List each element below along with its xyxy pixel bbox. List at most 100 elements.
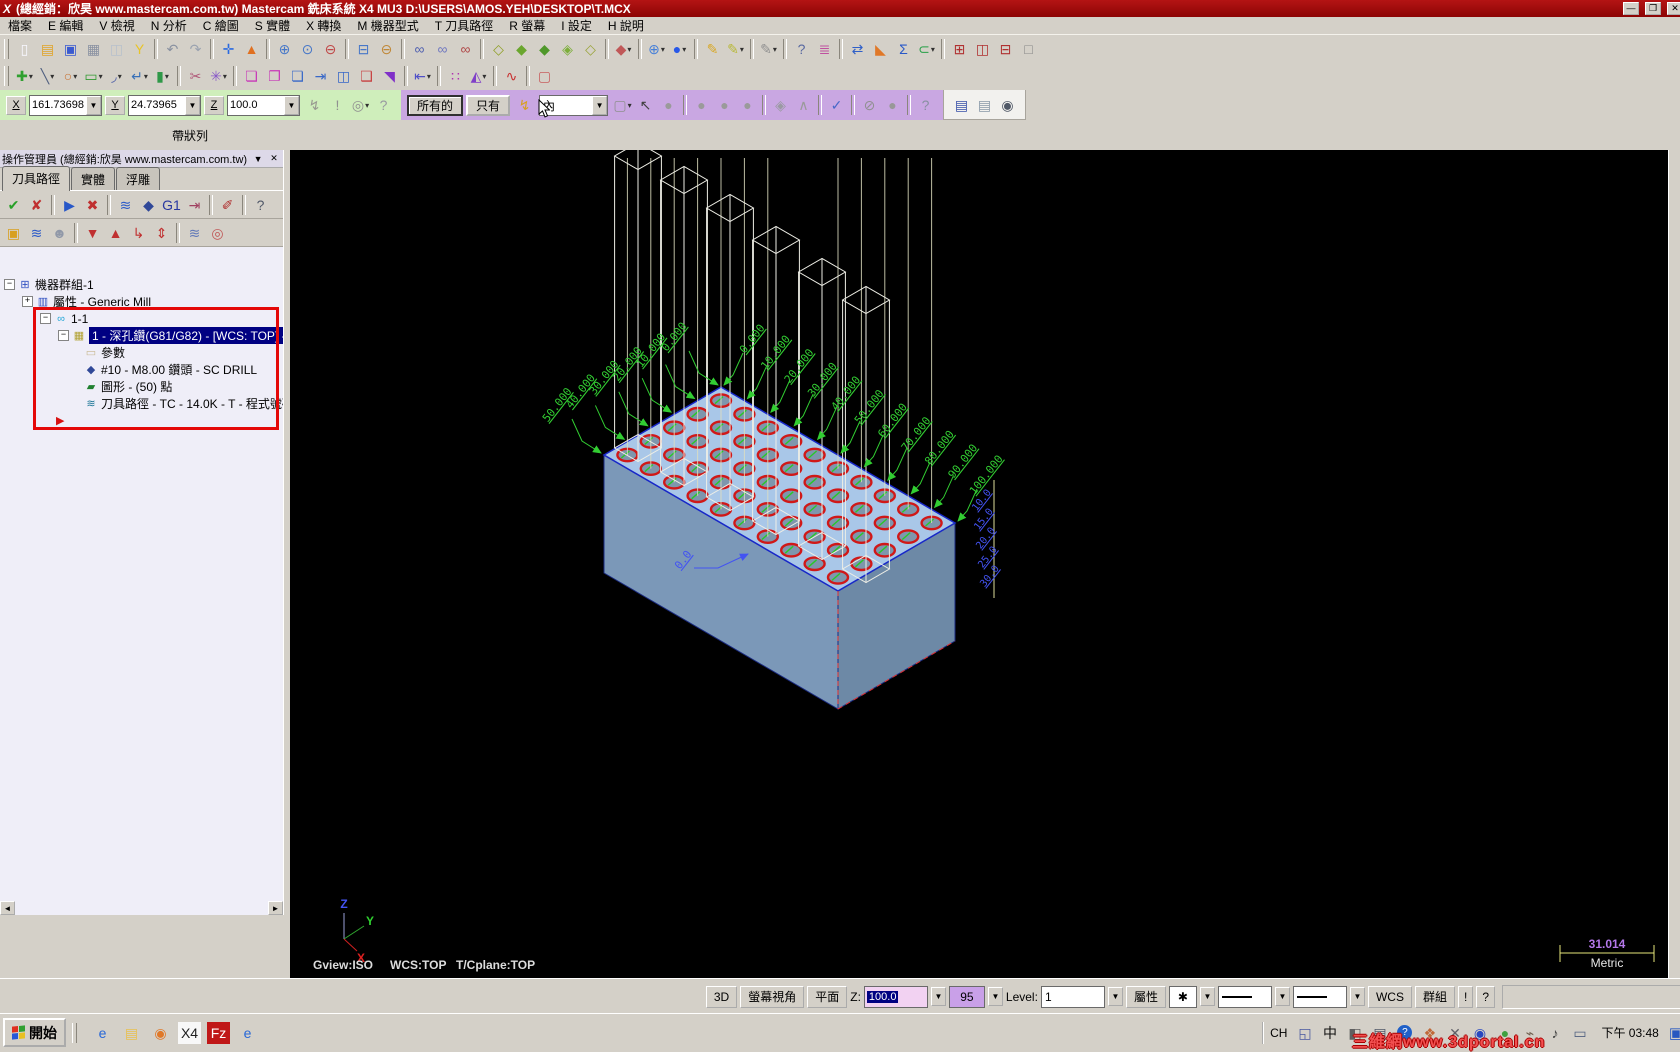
status-wcs-button[interactable]: WCS — [1367, 985, 1412, 1008]
status-line-width-combo[interactable] — [1292, 985, 1347, 1008]
toolbar-grip[interactable] — [4, 39, 9, 59]
scroll-right-icon[interactable]: ► — [268, 901, 283, 915]
create-point-button[interactable]: ✚ ▾ — [13, 65, 36, 87]
media-player-button[interactable]: ◉ — [149, 1022, 172, 1044]
xform-dynamic-button[interactable]: ❏ — [286, 65, 309, 87]
selection-mode-combo[interactable]: 內 ▼ — [539, 94, 609, 116]
scroll-track[interactable] — [15, 901, 268, 915]
cplane-sphere-button[interactable]: ● ▾ — [668, 38, 691, 60]
status-level-dropdown[interactable]: ▼ — [1107, 987, 1123, 1006]
gview-top-button[interactable]: ◆ — [510, 38, 533, 60]
xform-rotate-button[interactable]: ◥ — [378, 65, 401, 87]
tree-item-geometry[interactable]: ▰ 圖形 - (50) 點 — [0, 378, 283, 395]
y-coord-dropdown[interactable]: ▼ — [185, 95, 200, 115]
select-disabled-1-button[interactable]: ● — [657, 94, 680, 116]
post-g1-button[interactable]: G1 — [160, 194, 183, 216]
select-solids-button[interactable]: ◈ — [769, 94, 792, 116]
analyze-entity-button[interactable]: ? — [790, 38, 813, 60]
export-button[interactable]: ⊂ ▾ — [915, 38, 938, 60]
menu-screen[interactable]: R 螢幕 — [501, 16, 553, 35]
zoom-window-button[interactable]: ⊕ — [273, 38, 296, 60]
unzoom-check-button[interactable]: ∞ — [454, 38, 477, 60]
menu-create[interactable]: C 繪圖 — [195, 16, 247, 35]
x-coord-input[interactable] — [30, 96, 86, 114]
menu-xform[interactable]: X 轉換 — [298, 16, 349, 35]
gview-front-button[interactable]: ◆ — [533, 38, 556, 60]
save-file-button[interactable]: ▣ — [59, 38, 82, 60]
trim-break-button[interactable]: ✂ — [184, 65, 207, 87]
select-all-button[interactable]: 所有的 — [407, 94, 464, 116]
create-line-button[interactable]: ╲ ▾ — [36, 65, 59, 87]
mastercam-x4-button[interactable]: X4 — [178, 1021, 201, 1044]
clock[interactable]: 下午 03:48 — [1597, 1024, 1662, 1041]
ime-punctuation-button[interactable]: ▤ — [1368, 1022, 1391, 1044]
filezilla-button[interactable]: Fz — [207, 1021, 230, 1044]
menu-toolpaths[interactable]: T 刀具路徑 — [427, 16, 501, 35]
zoom-dynamic-button[interactable]: ⊙ — [296, 38, 319, 60]
select-disabled-3-button[interactable]: ● — [713, 94, 736, 116]
zoom-selected-button[interactable]: ⊖ — [319, 38, 342, 60]
x-coord-button[interactable]: X — [6, 95, 26, 115]
attr-gray-pencil-button[interactable]: ✎ ▾ — [757, 38, 780, 60]
selection-mode-dropdown[interactable]: ▼ — [592, 95, 608, 115]
status-feed-value[interactable]: 95 — [948, 985, 985, 1008]
zoom-out-button[interactable]: ⊖ — [375, 38, 398, 60]
status-help-button[interactable]: ? — [1476, 985, 1495, 1008]
fast-point-button[interactable]: ↯ — [303, 94, 326, 116]
select-help-button[interactable]: ? — [914, 94, 937, 116]
open-file-button[interactable]: ▤ — [36, 38, 59, 60]
create-chain-button[interactable]: ↵ ▾ — [128, 65, 151, 87]
help-ops-button[interactable]: ? — [249, 194, 272, 216]
ime-halfwidth-button[interactable]: ◧ — [1343, 1022, 1366, 1044]
operations-doc-button[interactable]: ▤ — [950, 94, 973, 116]
backplot-button[interactable]: ≋ — [114, 194, 137, 216]
viewport-2v-button[interactable]: ◫ — [971, 38, 994, 60]
gview-iso-button[interactable]: ◇ — [579, 38, 602, 60]
create-arc-button[interactable]: ○ ▾ — [59, 65, 82, 87]
y-coord-input[interactable] — [129, 96, 185, 114]
status-level-label[interactable]: Level: — [1006, 990, 1038, 1004]
xform-scale-button[interactable]: ❑ — [355, 65, 378, 87]
minimize-button[interactable]: — — [1623, 2, 1639, 15]
maximize-button[interactable]: ❐ — [1645, 2, 1661, 15]
tab-solids[interactable]: 實體 — [71, 167, 116, 190]
menu-machine-type[interactable]: M 機器型式 — [349, 16, 426, 35]
menu-solids[interactable]: S 實體 — [247, 16, 298, 35]
status-feed-dropdown[interactable]: ▼ — [987, 987, 1003, 1006]
move-down-button[interactable]: ▼ — [81, 222, 104, 244]
status-point-style-combo[interactable]: ✱ — [1168, 985, 1197, 1008]
selection-window-button[interactable]: ▢ ▾ — [611, 94, 634, 116]
z-coord-input[interactable] — [228, 96, 284, 114]
x-tray-button[interactable]: ✕ — [1443, 1022, 1466, 1044]
move-up-button[interactable]: ▲ — [104, 222, 127, 244]
ie-button[interactable]: e — [91, 1022, 114, 1044]
menu-edit[interactable]: E 編輯 — [40, 16, 91, 35]
plug-tray-button[interactable]: ⌁ — [1518, 1022, 1541, 1044]
z-coord-dropdown[interactable]: ▼ — [284, 95, 299, 115]
regen-failed-button[interactable]: ✖ — [81, 194, 104, 216]
analyze-dynamic-button[interactable]: ⇄ — [846, 38, 869, 60]
select-ball-button[interactable]: ● — [881, 94, 904, 116]
report-doc-button[interactable]: ▤ — [973, 94, 996, 116]
close-button[interactable]: ✕ — [1667, 2, 1680, 15]
status-line-style-combo[interactable] — [1217, 985, 1272, 1008]
status-level-field[interactable]: 1 — [1040, 985, 1105, 1008]
select-arrow-button[interactable]: ↖ — [634, 94, 657, 116]
ghost-toolpath-button[interactable]: ☻ — [48, 222, 71, 244]
folder-button[interactable]: ▤ — [120, 1022, 143, 1044]
status-3d-button[interactable]: 3D — [705, 985, 738, 1008]
select-last-button[interactable]: ∧ — [792, 94, 815, 116]
zoom-out-window-button[interactable]: ⊟ — [352, 38, 375, 60]
select-all-ops-button[interactable]: ✔ — [2, 194, 25, 216]
status-point-style-dropdown[interactable]: ▼ — [1199, 987, 1215, 1006]
analyze-sum-button[interactable]: Σ — [892, 38, 915, 60]
highfeed-button[interactable]: ⇥ — [183, 194, 206, 216]
display-tray-button[interactable]: ▭ — [1568, 1022, 1591, 1044]
tree-item-toolpath-file[interactable]: ≋ 刀具路徑 - TC - 14.0K - T - 程式號碼 — [0, 395, 283, 412]
create-cylinder-button[interactable]: ▮ ▾ — [151, 65, 174, 87]
ime-lang-button[interactable]: ◱ — [1293, 1022, 1316, 1044]
analyze-angle-button[interactable]: ◣ — [869, 38, 892, 60]
attr-multi-pencil-button[interactable]: ✎ ▾ — [724, 38, 747, 60]
fit-button[interactable]: ⇤ ▾ — [411, 65, 434, 87]
undo-button[interactable]: ↶ — [161, 38, 184, 60]
